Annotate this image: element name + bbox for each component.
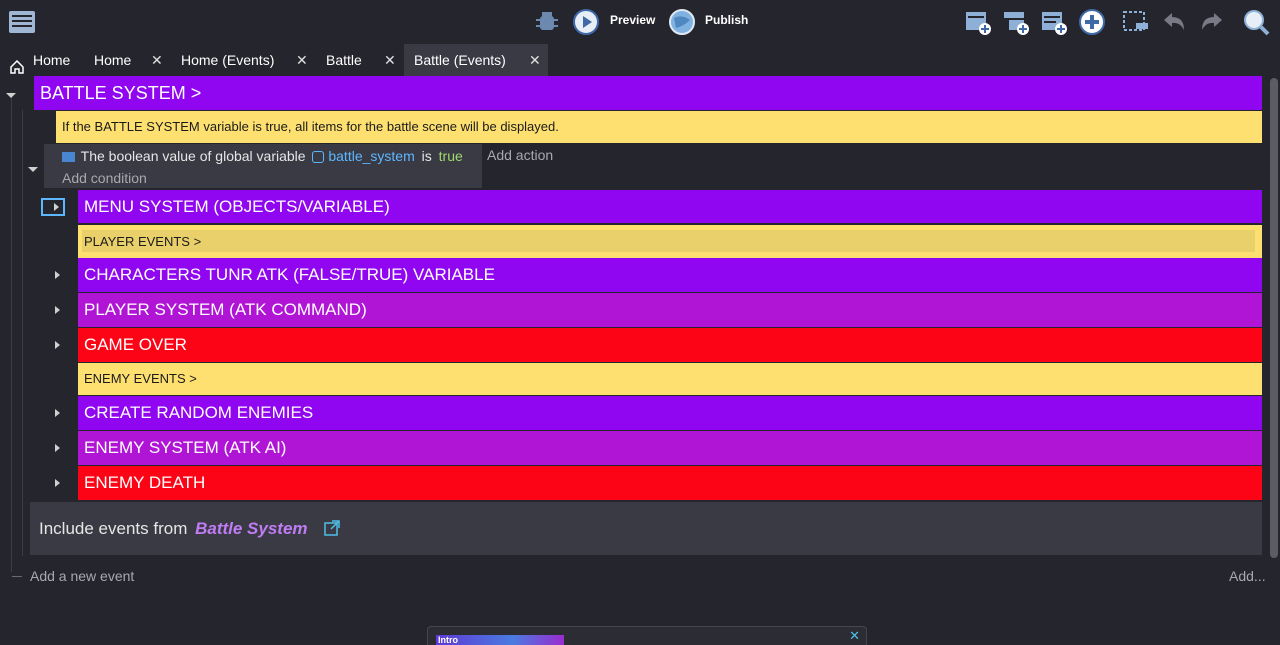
expand-arrow-icon[interactable] xyxy=(55,479,60,487)
comment-box[interactable]: If the BATTLE SYSTEM variable is true, a… xyxy=(56,111,1262,143)
search-icon[interactable] xyxy=(1242,8,1270,36)
expand-arrow-icon[interactable] xyxy=(55,409,60,417)
subgroup-player-system[interactable]: PLAYER SYSTEM (ATK COMMAND) xyxy=(78,293,1262,327)
events-sheet: BATTLE SYSTEM > If the BATTLE SYSTEM var… xyxy=(0,76,1280,645)
subgroup-enemy-events[interactable]: ENEMY EVENTS > xyxy=(78,363,1262,395)
tab-close-button[interactable]: ✕ xyxy=(384,44,396,76)
tab-label: Home xyxy=(33,52,71,68)
include-target-link[interactable]: Battle System xyxy=(195,519,307,538)
add-subevent-icon[interactable] xyxy=(1002,8,1030,36)
subgroup-enemy-death[interactable]: ENEMY DEATH xyxy=(78,466,1262,500)
collapse-arrow-icon[interactable] xyxy=(28,167,38,172)
condition-value[interactable]: true xyxy=(439,148,463,164)
subgroup-create-enemies[interactable]: CREATE RANDOM ENEMIES xyxy=(78,396,1262,430)
tree-line xyxy=(12,576,22,577)
add-more-icon[interactable] xyxy=(1078,8,1106,36)
include-prefix: Include events from xyxy=(39,519,188,538)
expand-arrow-icon[interactable] xyxy=(55,306,60,314)
subgroup-menu-system[interactable]: MENU SYSTEM (OBJECTS/VARIABLE) xyxy=(78,190,1262,223)
conditions-panel: The boolean value of global variable bat… xyxy=(44,144,482,188)
redo-icon[interactable] xyxy=(1198,8,1226,36)
tab-battle-events[interactable]: Battle (Events) xyxy=(404,44,548,76)
subgroup-label: MENU SYSTEM (OBJECTS/VARIABLE) xyxy=(84,197,390,216)
tab-home-events[interactable]: Home (Events) xyxy=(181,44,291,76)
subgroup-label: PLAYER EVENTS > xyxy=(84,234,202,249)
add-new-event-link[interactable]: Add a new event xyxy=(30,568,134,584)
preview-button[interactable]: Preview xyxy=(610,13,655,27)
preview-play-icon[interactable] xyxy=(572,8,600,36)
variable-icon xyxy=(62,152,75,163)
tab-close-button[interactable]: ✕ xyxy=(296,44,308,76)
condition-prefix: The boolean value of global variable xyxy=(80,148,306,164)
tab-close-button[interactable]: ✕ xyxy=(151,44,163,76)
expand-arrow-icon[interactable] xyxy=(55,271,60,279)
expand-arrow-icon[interactable] xyxy=(55,444,60,452)
popup-tag: Intro xyxy=(438,635,458,645)
subgroup-game-over[interactable]: GAME OVER xyxy=(78,328,1262,362)
tab-label: Home xyxy=(94,52,132,68)
global-variable-icon xyxy=(312,151,325,164)
subgroup-label: ENEMY SYSTEM (ATK AI) xyxy=(84,438,287,457)
tree-line xyxy=(22,110,23,556)
project-manager-icon[interactable] xyxy=(8,8,36,36)
tab-close-button[interactable]: ✕ xyxy=(529,44,541,76)
tab-battle[interactable]: Battle xyxy=(326,44,382,76)
tab-home[interactable]: Home xyxy=(94,44,154,76)
tab-label: Home (Events) xyxy=(181,52,275,68)
subgroup-selection-box xyxy=(41,198,65,216)
subgroup-label: ENEMY EVENTS > xyxy=(84,371,197,386)
subgroup-player-events[interactable]: PLAYER EVENTS > xyxy=(78,225,1262,258)
subgroup-characters-turn[interactable]: CHARACTERS TUNR ATK (FALSE/TRUE) VARIABL… xyxy=(78,258,1262,292)
condition-row[interactable]: The boolean value of global variable bat… xyxy=(62,148,463,166)
delete-selection-icon[interactable] xyxy=(1122,8,1150,36)
add-more-link[interactable]: Add... xyxy=(1229,568,1266,584)
add-action-link[interactable]: Add action xyxy=(487,147,553,163)
subgroup-label: CHARACTERS TUNR ATK (FALSE/TRUE) VARIABL… xyxy=(84,265,495,284)
add-condition-link[interactable]: Add condition xyxy=(62,170,147,186)
comment-text: If the BATTLE SYSTEM variable is true, a… xyxy=(62,119,559,134)
condition-verb: is xyxy=(421,148,432,164)
group-title: BATTLE SYSTEM > xyxy=(40,83,202,103)
tab-label: Battle (Events) xyxy=(414,52,506,68)
tab-label: Battle xyxy=(326,52,362,68)
subgroup-highlight xyxy=(82,230,1255,252)
toolbar: Preview Publish xyxy=(0,0,1280,44)
publish-globe-icon[interactable] xyxy=(668,8,696,36)
subgroup-label: GAME OVER xyxy=(84,335,187,354)
subgroup-label: CREATE RANDOM ENEMIES xyxy=(84,403,314,422)
expand-arrow-icon[interactable] xyxy=(54,203,59,211)
vertical-scrollbar[interactable] xyxy=(1270,78,1278,558)
undo-icon[interactable] xyxy=(1160,8,1188,36)
subgroup-label: PLAYER SYSTEM (ATK COMMAND) xyxy=(84,300,367,319)
condition-variable[interactable]: battle_system xyxy=(328,148,414,164)
popup-close-button[interactable]: ✕ xyxy=(849,628,860,644)
editor-tabs: Home Home ✕ Home (Events) ✕ Battle ✕ Bat… xyxy=(0,44,1280,76)
subgroup-enemy-system[interactable]: ENEMY SYSTEM (ATK AI) xyxy=(78,431,1262,465)
collapse-arrow-icon[interactable] xyxy=(6,93,16,98)
expand-arrow-icon[interactable] xyxy=(55,341,60,349)
publish-button[interactable]: Publish xyxy=(705,13,748,27)
home-icon xyxy=(10,53,24,74)
add-comment-icon[interactable] xyxy=(1040,8,1068,36)
group-battle-system[interactable]: BATTLE SYSTEM > xyxy=(34,76,1262,110)
include-events-row[interactable]: Include events from Battle System xyxy=(30,502,1262,555)
add-event-icon[interactable] xyxy=(964,8,992,36)
bottom-popup[interactable]: Intro ✕ xyxy=(427,626,867,645)
subgroup-label: ENEMY DEATH xyxy=(84,473,206,492)
external-link-icon[interactable] xyxy=(324,504,341,536)
debugger-icon[interactable] xyxy=(533,8,561,36)
tab-home-project[interactable]: Home xyxy=(8,44,82,76)
tree-line xyxy=(11,92,12,572)
